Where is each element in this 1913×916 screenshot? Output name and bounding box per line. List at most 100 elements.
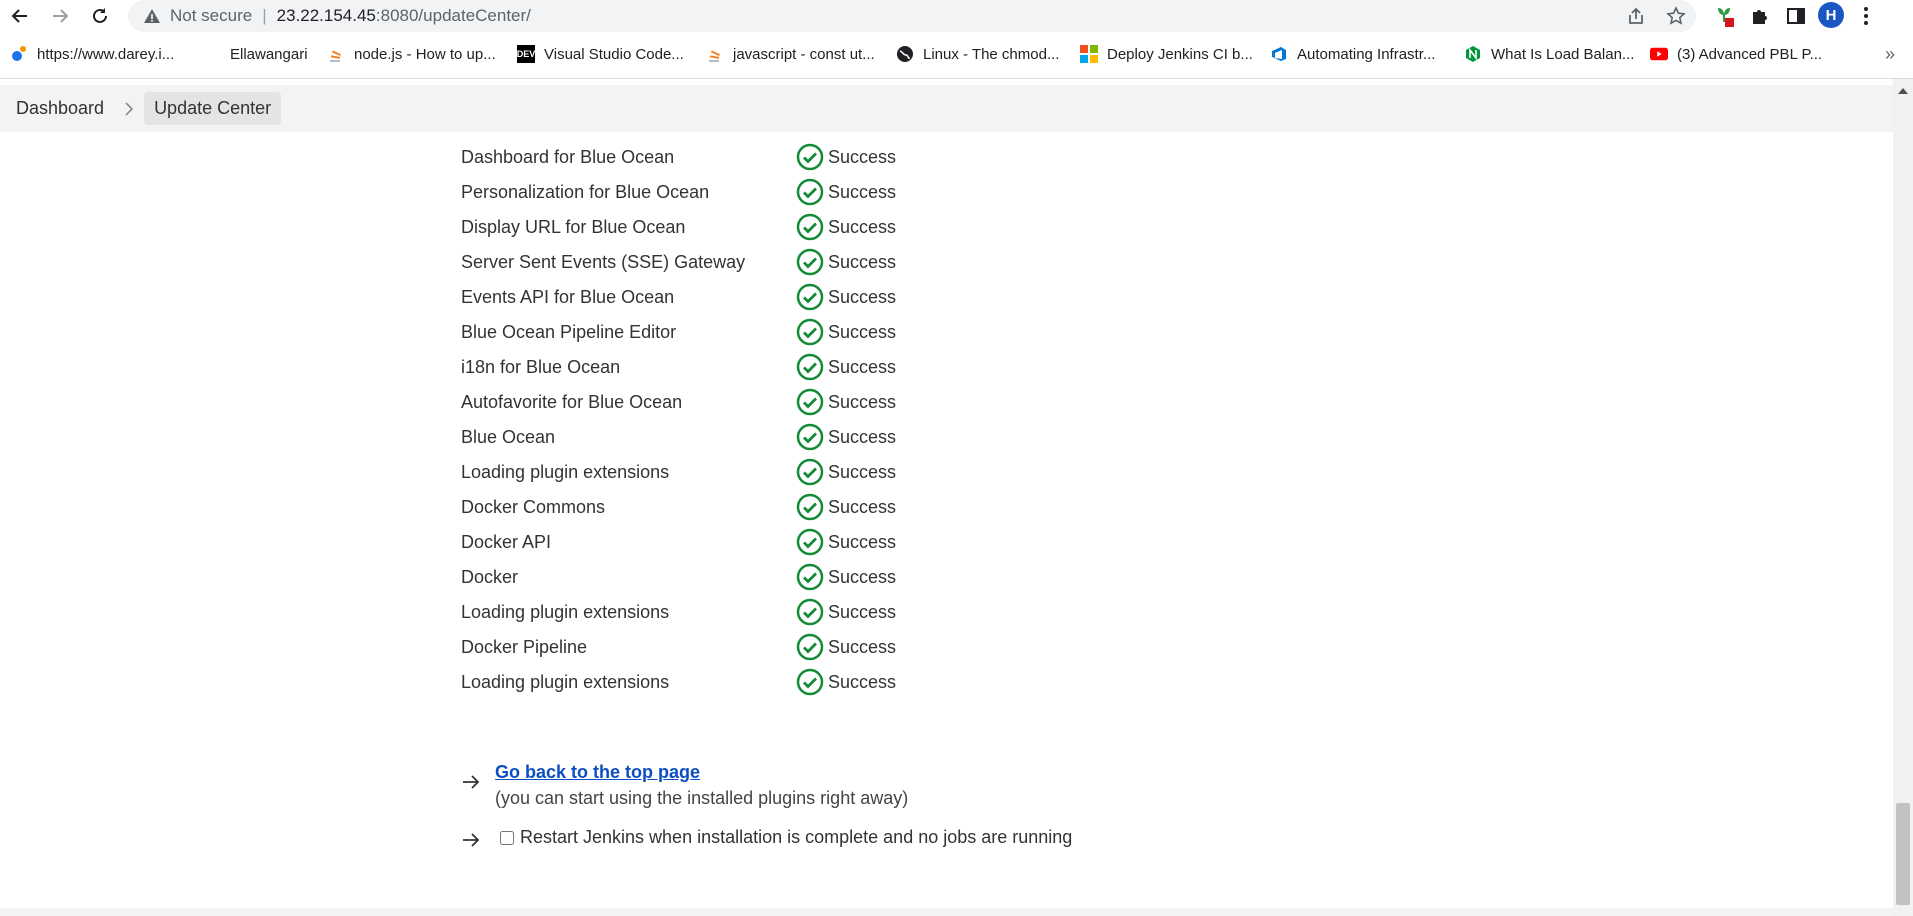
restart-option[interactable]: Restart Jenkins when installation is com… (500, 827, 1072, 848)
status-text: Success (828, 146, 897, 167)
extensions-puzzle-icon[interactable] (1746, 2, 1774, 30)
bookmark-item[interactable]: Linux - The chmod... (896, 45, 1059, 63)
plugin-row: Blue Ocean Pipeline Editor Success (461, 317, 896, 347)
plugin-name: i18n for Blue Ocean (461, 356, 621, 377)
share-icon[interactable] (1622, 2, 1650, 30)
stackoverflow-icon (706, 45, 724, 63)
scrollbar-track[interactable] (1893, 79, 1913, 916)
status-text: Success (828, 181, 897, 202)
bookmark-item[interactable]: https://www.darey.i... (10, 45, 174, 63)
status-text: Success (828, 286, 897, 307)
check-circle-icon (796, 528, 824, 556)
bookmark-label: What Is Load Balan... (1491, 45, 1635, 63)
plugin-status: Success (796, 143, 896, 171)
plugin-row: Server Sent Events (SSE) Gateway Success (461, 247, 896, 277)
check-circle-icon (796, 248, 824, 276)
check-circle-icon (796, 458, 824, 486)
status-text: Success (828, 251, 897, 272)
plugin-status: Success (796, 423, 896, 451)
back-note-text: (you can start using the installed plugi… (495, 788, 909, 808)
plugin-status: Success (796, 178, 896, 206)
bookmarks-overflow-button[interactable]: » (1885, 44, 1895, 65)
plugin-status: Success (796, 318, 896, 346)
plugin-name: Blue Ocean Pipeline Editor (461, 321, 677, 342)
extension-plant-icon[interactable] (1710, 2, 1738, 30)
bookmark-label: Ellawangari (230, 45, 308, 63)
check-circle-icon (796, 178, 824, 206)
back-arrow-icon[interactable] (6, 2, 34, 30)
plugin-status: Success (796, 563, 896, 591)
status-text: Success (828, 461, 897, 482)
scroll-up-icon[interactable] (1893, 84, 1913, 98)
bookmark-star-icon[interactable] (1662, 2, 1690, 30)
reload-icon[interactable] (86, 2, 114, 30)
warning-icon[interactable] (142, 6, 162, 26)
status-text: Success (828, 496, 897, 517)
plugin-row: Display URL for Blue Ocean Success (461, 212, 896, 242)
bookmark-item[interactable]: Automating Infrastr... (1270, 45, 1435, 63)
plugin-name: Dashboard for Blue Ocean (461, 146, 675, 167)
status-text: Success (828, 426, 897, 447)
check-circle-icon (796, 668, 824, 696)
breadcrumb-dashboard[interactable]: Dashboard (6, 92, 114, 125)
plugin-status: Success (796, 388, 896, 416)
chrome-divider (0, 78, 1913, 79)
check-circle-icon (796, 388, 824, 416)
check-circle-icon (796, 143, 824, 171)
bookmark-item[interactable]: Deploy Jenkins CI b... (1080, 45, 1253, 63)
address-bar[interactable]: Not secure | 23.22.154.45 :8080/updateCe… (128, 0, 1696, 32)
profile-avatar[interactable]: H (1818, 2, 1844, 28)
right-arrow-icon (463, 775, 480, 789)
plugin-name: Personalization for Blue Ocean (461, 181, 710, 202)
plugin-status: Success (796, 633, 896, 661)
bookmark-item[interactable]: What Is Load Balan... (1464, 45, 1634, 63)
side-panel-icon[interactable] (1782, 2, 1810, 30)
plugin-row: Docker Success (461, 562, 896, 592)
status-text: Success (828, 356, 897, 377)
plugin-row: Loading plugin extensions Success (461, 457, 896, 487)
breadcrumb-update-center[interactable]: Update Center (144, 92, 282, 125)
check-circle-icon (796, 633, 824, 661)
microsoft-icon (1080, 45, 1098, 63)
plugin-name: Docker API (461, 531, 552, 552)
check-circle-icon (796, 493, 824, 521)
plugin-row: Loading plugin extensions Success (461, 597, 896, 627)
status-text: Success (828, 636, 897, 657)
bookmark-label: javascript - const ut... (733, 45, 875, 63)
check-circle-icon (796, 318, 824, 346)
plugin-name: Loading plugin extensions (461, 461, 670, 482)
forward-arrow-icon[interactable] (46, 2, 74, 30)
bookmarks-bar: https://www.darey.i... Ellawangari node.… (0, 38, 1913, 72)
plugin-row: Events API for Blue Ocean Success (461, 282, 896, 312)
plugin-row: Docker Pipeline Success (461, 632, 896, 662)
plugin-row: Dashboard for Blue Ocean Success (461, 142, 896, 172)
status-text: Success (828, 601, 897, 622)
restart-checkbox[interactable] (500, 830, 514, 845)
check-circle-icon (796, 213, 824, 241)
bookmark-item[interactable]: node.js - How to up... (327, 45, 496, 63)
scrollbar-thumb[interactable] (1896, 803, 1910, 905)
bookmark-item[interactable]: javascript - const ut... (706, 45, 875, 63)
bookmark-item[interactable]: (3) Advanced PBL P... (1650, 45, 1822, 63)
plugin-name: Docker Pipeline (461, 636, 588, 657)
bookmark-item[interactable]: Ellawangari (203, 45, 308, 63)
breadcrumb: Dashboard Update Center (0, 85, 1893, 132)
plugin-status: Success (796, 353, 896, 381)
plugin-row: Autofavorite for Blue Ocean Success (461, 387, 896, 417)
security-label[interactable]: Not secure (170, 6, 252, 26)
plugin-row: Docker API Success (461, 527, 896, 557)
go-back-to-top-link[interactable]: Go back to the top page (495, 762, 700, 782)
plugin-name: Loading plugin extensions (461, 671, 670, 692)
back-to-top-block: Go back to the top page (you can start u… (495, 759, 908, 811)
status-text: Success (828, 531, 897, 552)
url-host: 23.22.154.45 (276, 6, 376, 25)
menu-kebab-icon[interactable] (1852, 2, 1880, 30)
plugin-name: Loading plugin extensions (461, 601, 670, 622)
bookmark-item[interactable]: DEV Visual Studio Code... (517, 45, 684, 63)
chevron-right-icon (124, 101, 134, 116)
check-circle-icon (796, 598, 824, 626)
plugin-name: Docker Commons (461, 496, 606, 517)
plugin-status: Success (796, 248, 896, 276)
darey-icon (10, 45, 28, 63)
stackoverflow-icon (327, 45, 345, 63)
